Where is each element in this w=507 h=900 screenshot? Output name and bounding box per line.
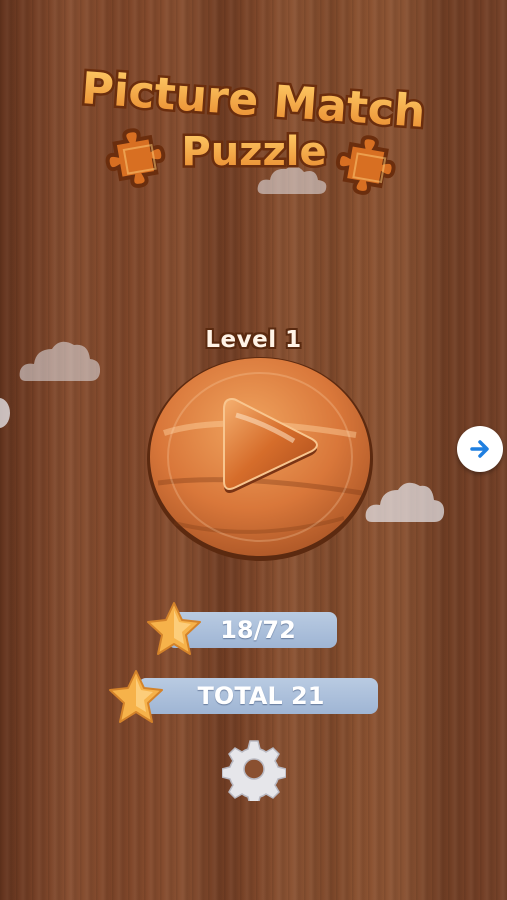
title-line-1: Picture Match <box>80 63 427 138</box>
star-icon <box>147 602 201 655</box>
total-stars-bar: TOTAL 21 <box>138 678 378 714</box>
settings-button[interactable] <box>221 737 287 806</box>
title-line-2: Puzzle <box>181 129 326 175</box>
arrow-right-icon <box>470 440 489 458</box>
total-stars-text: TOTAL 21 <box>197 682 325 710</box>
puzzle-piece-icon <box>105 128 166 188</box>
puzzle-piece-icon <box>335 135 396 195</box>
cloud-decoration <box>365 482 445 522</box>
gear-icon <box>221 740 287 806</box>
level-progress-text: 18/72 <box>220 616 296 644</box>
star-icon <box>109 670 163 723</box>
game-title-logo: Picture Match Puzzle <box>0 55 507 205</box>
next-level-button[interactable] <box>457 426 503 472</box>
play-button[interactable] <box>144 353 376 563</box>
level-label: Level 1 <box>205 327 302 353</box>
